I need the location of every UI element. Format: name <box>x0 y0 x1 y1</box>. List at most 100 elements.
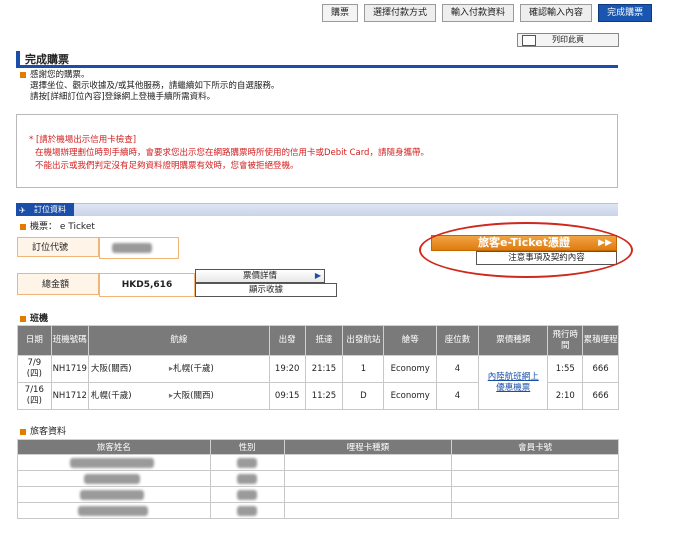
thank-you-message: 感謝您的購票。 選擇坐位、觀示收據及/或其他服務，請繼續如下所示的自選服務。 請… <box>20 70 279 103</box>
passenger-name <box>17 502 211 519</box>
passenger-name <box>17 486 211 503</box>
redacted-name <box>80 490 144 500</box>
flights-heading-text: 班機 <box>30 314 49 324</box>
route-to: 札幌(千歲) <box>173 363 214 374</box>
passengers-table: 旅客姓名 性別 哩程卡種類 會員卡號 <box>17 439 619 519</box>
print-label: 列印此頁 <box>552 35 584 44</box>
redacted-name <box>84 474 140 484</box>
flight-cabin: Economy <box>383 355 437 383</box>
flights-heading: 班機 <box>20 311 48 324</box>
redacted-gender <box>236 506 257 516</box>
redacted-name <box>70 458 154 468</box>
passenger-card-number <box>451 486 619 503</box>
col-seats: 座位數 <box>435 325 480 356</box>
fare-detail-button[interactable]: 票價詳情 ▶ <box>195 269 325 283</box>
col-cabin: 艙等 <box>383 325 437 356</box>
col-arrival: 抵達 <box>304 325 344 356</box>
passengers-heading-text: 旅客資料 <box>30 427 67 437</box>
passenger-name <box>17 454 211 471</box>
passengers-header-row: 旅客姓名 性別 哩程卡種類 會員卡號 <box>17 439 619 455</box>
page-title: 完成購票 <box>25 53 69 66</box>
col-terminal: 出發航站 <box>342 325 385 356</box>
col-fare-type: 票價種類 <box>478 325 549 356</box>
arrow-right-icon: ▶ <box>314 271 321 280</box>
route-to: 大阪(關西) <box>173 390 214 401</box>
col-member-number: 會員卡號 <box>451 439 619 455</box>
progress-steps: 購票 選擇付款方式 輸入付款資料 確認輸入內容 完成購票 <box>322 4 653 22</box>
step-purchase: 購票 <box>322 4 359 22</box>
total-label: 總金額 <box>17 273 99 295</box>
booking-section-bar: 訂位資料 ✈ <box>16 203 618 216</box>
printer-icon <box>522 35 536 46</box>
warning-line-3: 不能出示或我們判定沒有足夠資料證明購票有效時，您會被拒絕登機。 <box>35 161 299 171</box>
passenger-card-type <box>283 454 453 471</box>
flight-miles: 666 <box>582 355 619 383</box>
bullet-icon <box>20 428 26 435</box>
flight-duration: 1:55 <box>547 355 584 383</box>
passenger-name <box>17 470 211 487</box>
flight-seats: 4 <box>435 382 480 410</box>
passenger-card-number <box>451 470 619 487</box>
passenger-card-number <box>451 454 619 471</box>
fare-detail-label: 票價詳情 <box>242 271 277 281</box>
show-receipt-button[interactable]: 顯示收據 <box>195 283 337 297</box>
passenger-card-type <box>283 502 453 519</box>
flight-seats: 4 <box>435 355 480 383</box>
ticket-type-text: 機票： e Ticket <box>30 222 95 232</box>
redacted-name <box>78 506 148 516</box>
flight-route: 札幌(千歲) ▸大阪(關西) <box>87 382 270 410</box>
passenger-gender <box>209 486 285 503</box>
table-row <box>17 486 619 503</box>
total-value: HKD5,616 <box>99 273 195 297</box>
step-complete: 完成購票 <box>598 4 653 22</box>
table-row <box>17 454 619 471</box>
redacted-gender <box>236 474 257 484</box>
col-miles: 累積哩程 <box>582 325 619 356</box>
credit-card-warning: * [請於機場出示信用卡檢查] 在機場辦理劃位時到手續時，會要求您出示您在網路購… <box>16 114 618 188</box>
col-departure: 出發 <box>268 325 306 356</box>
flight-arr: 21:15 <box>304 355 344 383</box>
flight-terminal: D <box>342 382 385 410</box>
plane-icon: ✈ <box>19 206 26 215</box>
warning-title: * [請於機場出示信用卡檢查] <box>29 135 137 145</box>
flight-cabin: Economy <box>383 382 437 410</box>
route-from: 大阪(關西) <box>90 363 132 374</box>
step-payment-info: 輸入付款資料 <box>442 4 515 22</box>
passenger-card-number <box>451 502 619 519</box>
table-row <box>17 502 619 519</box>
print-page-button[interactable]: 列印此頁 <box>517 33 619 47</box>
passenger-gender <box>209 470 285 487</box>
flight-number: NH1719 <box>50 355 89 383</box>
flight-date: 7/16 (四) <box>17 382 52 410</box>
flight-date: 7/9 (四) <box>17 355 52 383</box>
col-route: 航線 <box>87 325 270 356</box>
passenger-gender <box>209 454 285 471</box>
warning-line-2: 在機場辦理劃位時到手續時，會要求您出示您在網路購票時所使用的信用卡或Debit … <box>35 148 429 158</box>
booking-ref-value <box>99 237 179 259</box>
passenger-card-type <box>283 470 453 487</box>
ticket-type: 機票： e Ticket <box>20 219 95 232</box>
fare-type-link[interactable]: 內陸航班網上優惠機票 <box>485 372 541 394</box>
col-gender: 性別 <box>209 439 285 455</box>
col-mileage-card: 哩程卡種類 <box>283 439 453 455</box>
flight-dep: 09:15 <box>268 382 306 410</box>
flight-dep: 19:20 <box>268 355 306 383</box>
col-flight: 班機號碼 <box>50 325 89 356</box>
col-passenger-name: 旅客姓名 <box>17 439 211 455</box>
flight-arr: 11:25 <box>304 382 344 410</box>
highlight-circle <box>419 222 633 278</box>
passenger-gender <box>209 502 285 519</box>
fare-type-cell: 內陸航班網上優惠機票 <box>478 355 549 410</box>
step-payment-method: 選擇付款方式 <box>364 4 437 22</box>
redacted-ref <box>112 243 152 253</box>
col-duration: 飛行時間 <box>547 325 584 356</box>
bullet-icon <box>20 223 26 230</box>
redacted-gender <box>236 458 257 468</box>
redacted-gender <box>236 490 257 500</box>
title-marker <box>16 51 20 65</box>
page-title-bar: 完成購票 <box>16 51 618 68</box>
bullet-icon <box>20 315 26 322</box>
flight-number: NH1712 <box>50 382 89 410</box>
message-line-1: 感謝您的購票。 <box>30 70 90 80</box>
flights-header-row: 日期 班機號碼 航線 出發 抵達 出發航站 艙等 座位數 票價種類 飛行時間 累… <box>17 325 619 356</box>
